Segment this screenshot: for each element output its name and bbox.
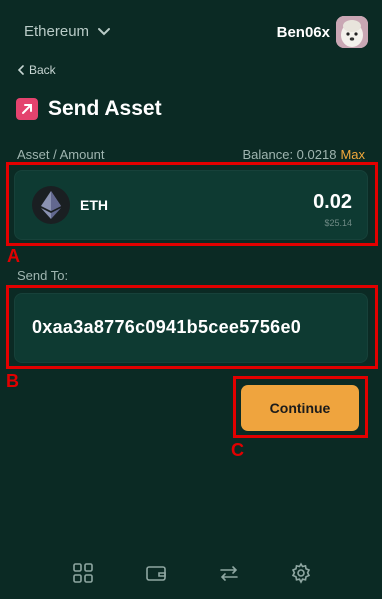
wallet-icon[interactable] bbox=[145, 562, 167, 584]
grid-icon[interactable] bbox=[72, 562, 94, 584]
annotation-label-c: C bbox=[231, 440, 244, 460]
annotation-box-c bbox=[233, 376, 368, 438]
asset-amount-label: Asset / Amount bbox=[17, 147, 105, 162]
annotation-box-b bbox=[6, 285, 378, 369]
avatar[interactable] bbox=[336, 16, 368, 48]
settings-icon[interactable] bbox=[290, 562, 312, 584]
annotation-label-a: A bbox=[7, 246, 20, 266]
username: Ben06x bbox=[276, 24, 330, 41]
max-button[interactable]: Max bbox=[340, 147, 365, 162]
annotation-box-a bbox=[6, 162, 378, 246]
transfer-icon[interactable] bbox=[218, 562, 240, 584]
back-label: Back bbox=[29, 63, 56, 77]
page-title: Send Asset bbox=[48, 97, 162, 120]
network-selector[interactable]: Ethereum bbox=[24, 23, 111, 40]
bottom-nav bbox=[0, 558, 382, 588]
balance-text: Balance: 0.0218 bbox=[242, 147, 337, 162]
network-label: Ethereum bbox=[24, 23, 90, 40]
annotation-label-b: B bbox=[6, 371, 19, 391]
chevron-left-icon bbox=[17, 65, 24, 75]
send-to-label: Send To: bbox=[17, 268, 69, 283]
send-arrow-icon bbox=[16, 98, 38, 120]
page-header: Send Asset bbox=[16, 97, 162, 121]
chevron-down-icon bbox=[98, 27, 111, 35]
balance-readout: Balance: 0.0218 Max bbox=[242, 147, 365, 162]
back-link[interactable]: Back bbox=[17, 63, 56, 77]
